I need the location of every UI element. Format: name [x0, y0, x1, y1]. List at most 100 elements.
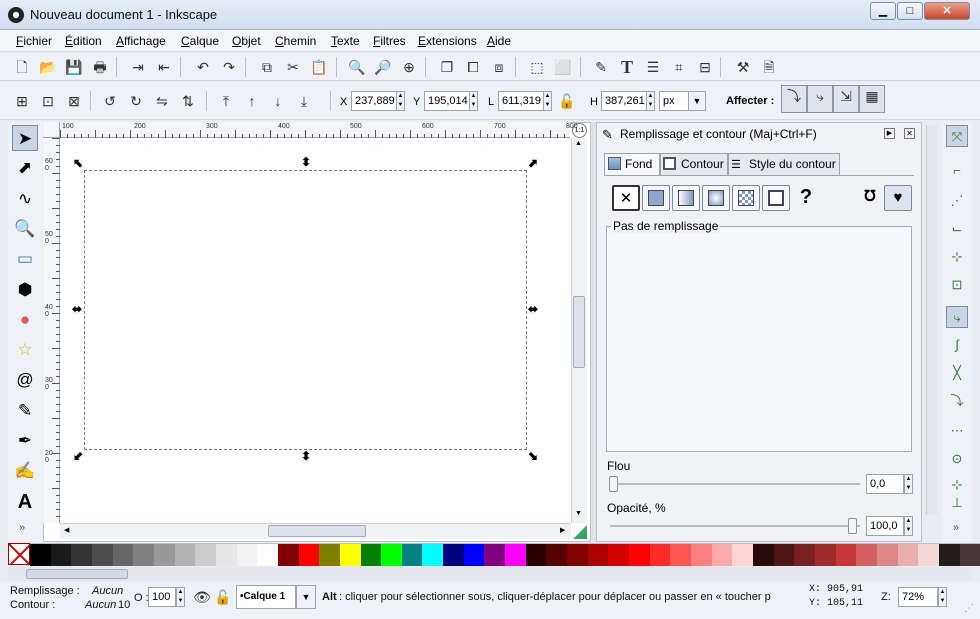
stroke-status-value[interactable]: Aucun — [85, 599, 116, 611]
menu-calque[interactable]: Calque — [181, 34, 219, 48]
color-swatch[interactable] — [91, 544, 113, 566]
snap-bbox-icon[interactable]: ⌐ — [946, 160, 968, 182]
zoom-drawing-icon[interactable]: 🔎 — [373, 57, 393, 77]
snap-more-icon[interactable]: » — [953, 522, 959, 534]
maximize-button[interactable]: □ — [897, 2, 923, 20]
color-swatch[interactable] — [608, 544, 630, 566]
rect-tool[interactable]: ▭ — [12, 246, 38, 272]
blur-slider-track[interactable] — [610, 483, 860, 485]
no-paint-button[interactable]: ✕ — [612, 185, 640, 211]
clone-icon[interactable]: ⧠ — [463, 57, 483, 77]
snap-toggle-icon[interactable]: ⤧ — [946, 125, 968, 147]
opacity-status-field[interactable]: 100 — [148, 587, 176, 607]
color-swatch[interactable] — [546, 544, 568, 566]
text-icon[interactable]: T — [617, 57, 637, 77]
menu-fichier[interactable]: Fichier — [16, 34, 52, 48]
x-field[interactable]: 237,889 — [351, 91, 397, 111]
undo-icon[interactable]: ↶ — [193, 57, 213, 77]
color-swatch[interactable] — [629, 544, 650, 566]
color-swatch[interactable] — [381, 544, 402, 566]
color-swatch[interactable] — [587, 544, 609, 566]
xml-editor-icon[interactable]: ⌗ — [669, 57, 689, 77]
y-spinner[interactable]: ▲ ▼ — [469, 91, 478, 111]
lock-icon[interactable]: 🔓 — [557, 91, 577, 111]
snap-page-icon[interactable]: ⊥ — [946, 492, 968, 514]
select-all-icon[interactable]: ⊞ — [12, 91, 32, 111]
color-swatch[interactable] — [876, 544, 898, 566]
color-swatch[interactable] — [153, 544, 175, 566]
fill-rule-evenodd-button[interactable]: ℧ — [856, 185, 884, 211]
color-swatch[interactable] — [567, 544, 588, 566]
align-icon[interactable]: ⊟ — [695, 57, 715, 77]
color-swatch[interactable] — [505, 544, 526, 566]
raise-icon[interactable]: ↑ — [242, 91, 262, 111]
blur-slider-thumb[interactable] — [609, 476, 618, 492]
layers-icon[interactable]: ☰ — [643, 57, 663, 77]
opacity-spinner[interactable]: ▲ ▼ — [904, 516, 913, 536]
color-swatch[interactable] — [298, 544, 320, 566]
color-swatch[interactable] — [339, 544, 361, 566]
vertical-ruler[interactable] — [43, 138, 60, 523]
snap-bbox-corner-icon[interactable]: ⌙ — [946, 218, 968, 240]
layer-lock-icon[interactable]: 🔓 — [213, 587, 233, 607]
layer-select[interactable]: •Calque 1 — [236, 585, 296, 609]
menu-chemin[interactable]: Chemin — [275, 34, 316, 48]
scroll-right-arrow[interactable]: ▶ — [560, 526, 565, 534]
snap-nodes-icon[interactable]: ⤷ — [946, 306, 968, 328]
color-swatch[interactable] — [752, 544, 774, 566]
blur-field[interactable]: 0,0 — [866, 474, 904, 494]
color-swatch[interactable] — [422, 544, 444, 566]
paste-icon[interactable]: 📋 — [309, 57, 329, 77]
snap-center-icon[interactable]: ⊙ — [946, 448, 968, 470]
import-icon[interactable]: ⇥ — [128, 57, 148, 77]
zoom-tool[interactable]: 🔍 — [12, 216, 38, 242]
color-swatch[interactable] — [670, 544, 691, 566]
unset-paint-button[interactable]: ? — [792, 185, 820, 211]
print-icon[interactable]: 🖶 — [90, 57, 110, 77]
color-swatch[interactable] — [277, 544, 299, 566]
color-swatch[interactable] — [360, 544, 382, 566]
text-tool[interactable]: A — [12, 489, 38, 515]
color-swatch[interactable] — [257, 544, 278, 566]
unit-dropdown-arrow[interactable]: ▼ — [688, 91, 706, 111]
move-gradients-toggle[interactable]: ⇲ — [833, 85, 859, 113]
snap-midpoint-icon[interactable]: ⋯ — [946, 420, 968, 442]
scale-handle-bottom[interactable]: ⬍ — [299, 449, 313, 463]
scale-handle-bottom-right[interactable]: ⬊ — [526, 449, 540, 463]
color-swatch[interactable] — [691, 544, 712, 566]
color-swatch[interactable] — [649, 544, 671, 566]
radial-gradient-button[interactable] — [702, 185, 730, 211]
zoom-field[interactable]: 72% — [898, 587, 938, 607]
unlink-clone-icon[interactable]: ⧈ — [489, 57, 509, 77]
zoom-spinner[interactable]: ▲ ▼ — [938, 587, 947, 607]
snap-path-icon[interactable]: ∫ — [946, 334, 968, 356]
layer-visibility-icon[interactable]: 👁 — [192, 587, 212, 607]
color-swatch[interactable] — [711, 544, 733, 566]
scale-handle-bottom-left[interactable]: ⬋ — [71, 449, 85, 463]
color-swatch[interactable] — [463, 544, 485, 566]
opacity-field[interactable]: 100,0 — [866, 516, 904, 536]
fill-status-value[interactable]: Aucun — [92, 585, 123, 597]
document-properties-icon[interactable]: 🗎 — [759, 57, 779, 77]
group-icon[interactable]: ⬚ — [527, 57, 547, 77]
flat-color-button[interactable] — [642, 185, 670, 211]
pencil-tool[interactable]: ✎ — [12, 398, 38, 424]
vertical-scroll-thumb[interactable] — [573, 296, 585, 368]
selector-tool[interactable]: ➤ — [12, 125, 38, 151]
lower-icon[interactable]: ↓ — [268, 91, 288, 111]
lower-bottom-icon[interactable]: ⤓ — [294, 91, 314, 111]
snap-intersection-icon[interactable]: ╳ — [946, 362, 968, 384]
fill-stroke-icon[interactable]: ✎ — [591, 57, 611, 77]
pattern-button[interactable] — [732, 185, 760, 211]
layer-dropdown-arrow[interactable]: ▼ — [296, 585, 316, 609]
color-swatch[interactable] — [773, 544, 795, 566]
minimize-button[interactable]: ▁ — [870, 2, 896, 20]
menu-texte[interactable]: Texte — [331, 34, 360, 48]
node-tool[interactable]: ⬈ — [12, 155, 38, 181]
scale-handle-top-left[interactable]: ⬉ — [71, 156, 85, 170]
ellipse-tool[interactable]: ● — [12, 307, 38, 333]
export-icon[interactable]: ⇤ — [154, 57, 174, 77]
color-swatch[interactable] — [794, 544, 815, 566]
rotate-ccw-icon[interactable]: ↺ — [100, 91, 120, 111]
color-swatch[interactable] — [938, 544, 960, 566]
